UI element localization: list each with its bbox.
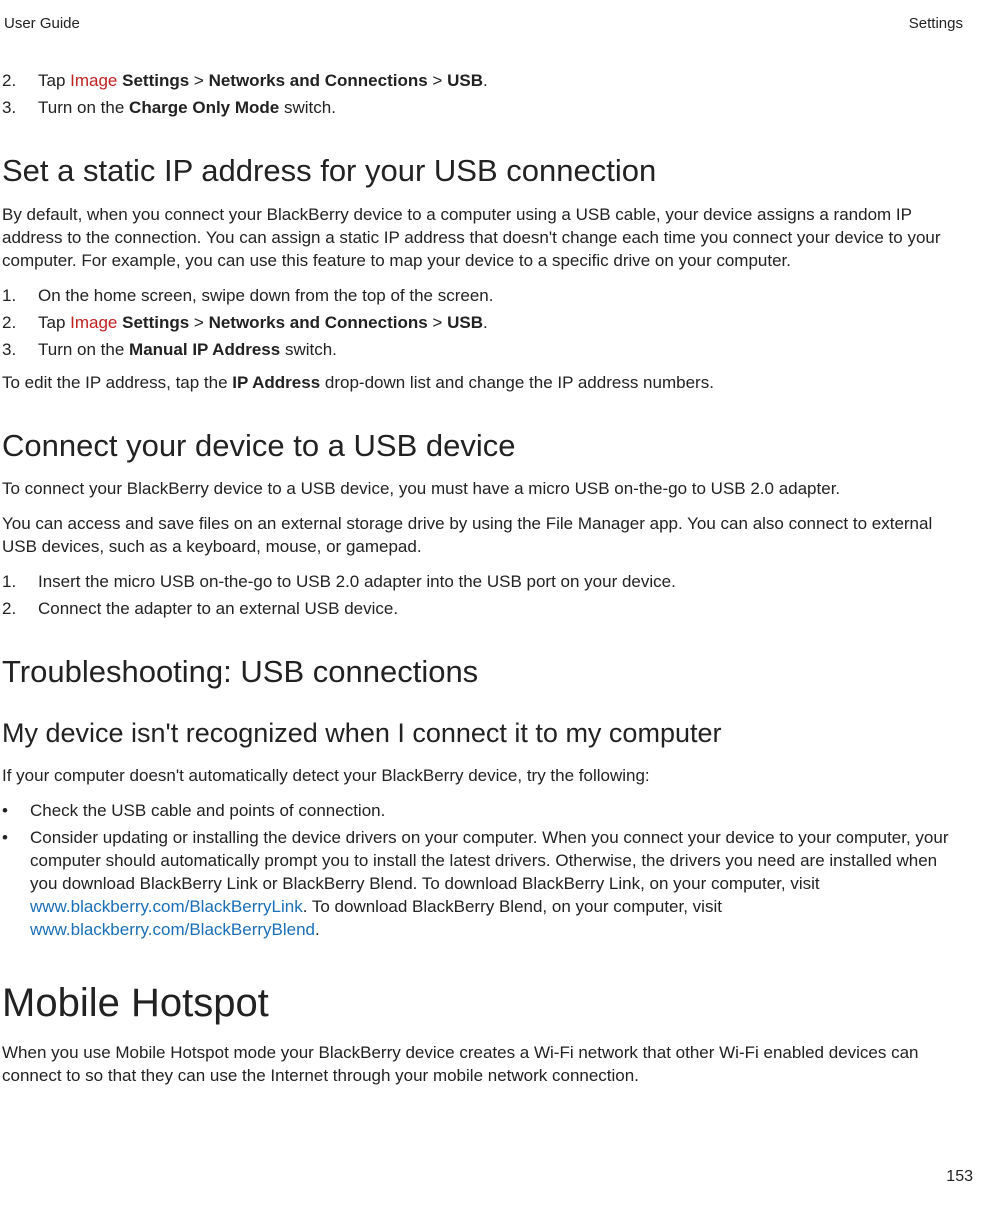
- step-number: 2.: [2, 312, 38, 335]
- heading-mobile-hotspot: Mobile Hotspot: [2, 976, 967, 1030]
- step-text: Insert the micro USB on-the-go to USB 2.…: [38, 571, 676, 594]
- step-number: 1.: [2, 571, 38, 594]
- header-right: Settings: [909, 14, 963, 34]
- step-number: 1.: [2, 285, 38, 308]
- step-number: 3.: [2, 97, 38, 120]
- link-bbblend[interactable]: www.blackberry.com/BlackBerryBlend: [30, 920, 315, 939]
- step-1: 1. On the home screen, swipe down from t…: [2, 285, 967, 308]
- step-text: Tap Image Settings > Networks and Connec…: [38, 312, 488, 335]
- bullet-text: Check the USB cable and points of connec…: [30, 800, 385, 823]
- heading-troubleshooting: Troubleshooting: USB connections: [2, 651, 967, 693]
- step-text: Turn on the Manual IP Address switch.: [38, 339, 337, 362]
- bullet-2: • Consider updating or installing the de…: [2, 827, 967, 942]
- step-3: 3. Turn on the Manual IP Address switch.: [2, 339, 967, 362]
- step-2: 2. Tap Image Settings > Networks and Con…: [2, 312, 967, 335]
- step-text: Connect the adapter to an external USB d…: [38, 598, 398, 621]
- static-ip-paragraph: By default, when you connect your BlackB…: [2, 204, 967, 273]
- static-ip-after: To edit the IP address, tap the IP Addre…: [2, 372, 967, 395]
- heading-static-ip: Set a static IP address for your USB con…: [2, 150, 967, 192]
- step-text: Tap Image Settings > Networks and Connec…: [38, 70, 488, 93]
- step-text: Turn on the Charge Only Mode switch.: [38, 97, 336, 120]
- usb-device-para2: You can access and save files on an exte…: [2, 513, 967, 559]
- step-number: 3.: [2, 339, 38, 362]
- trouble-bullets: • Check the USB cable and points of conn…: [2, 800, 967, 942]
- static-ip-steps: 1. On the home screen, swipe down from t…: [2, 285, 967, 362]
- bullet-1: • Check the USB cable and points of conn…: [2, 800, 967, 823]
- step-3: 3. Turn on the Charge Only Mode switch.: [2, 97, 967, 120]
- usb-device-para1: To connect your BlackBerry device to a U…: [2, 478, 967, 501]
- step-1: 1. Insert the micro USB on-the-go to USB…: [2, 571, 967, 594]
- page-header: User Guide Settings: [2, 14, 967, 34]
- link-bblink[interactable]: www.blackberry.com/BlackBerryLink: [30, 897, 303, 916]
- hotspot-para: When you use Mobile Hotspot mode your Bl…: [2, 1042, 967, 1088]
- step-number: 2.: [2, 598, 38, 621]
- step-2: 2. Connect the adapter to an external US…: [2, 598, 967, 621]
- header-left: User Guide: [4, 14, 80, 34]
- page-number: 153: [946, 1166, 973, 1188]
- heading-usb-device: Connect your device to a USB device: [2, 425, 967, 467]
- step-number: 2.: [2, 70, 38, 93]
- bullet-icon: •: [2, 827, 30, 942]
- usb-device-steps: 1. Insert the micro USB on-the-go to USB…: [2, 571, 967, 621]
- charge-only-steps: 2. Tap Image Settings > Networks and Con…: [2, 70, 967, 120]
- subheading-not-recognized: My device isn't recognized when I connec…: [2, 715, 967, 751]
- step-2: 2. Tap Image Settings > Networks and Con…: [2, 70, 967, 93]
- bullet-text: Consider updating or installing the devi…: [30, 827, 967, 942]
- settings-icon: Image: [70, 313, 117, 332]
- trouble-para: If your computer doesn't automatically d…: [2, 765, 967, 788]
- settings-icon: Image: [70, 71, 117, 90]
- step-text: On the home screen, swipe down from the …: [38, 285, 493, 308]
- bullet-icon: •: [2, 800, 30, 823]
